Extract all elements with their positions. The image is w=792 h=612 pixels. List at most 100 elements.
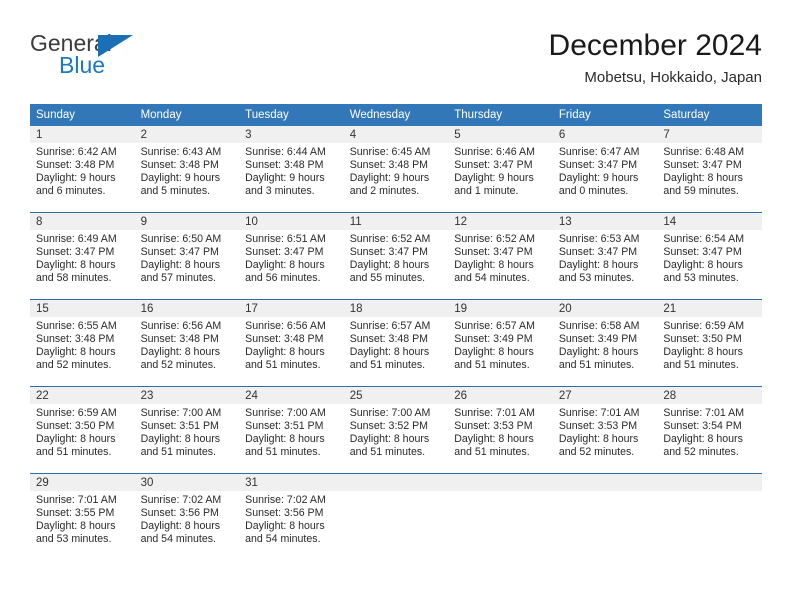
day-detail: Sunrise: 6:55 AM Sunset: 3:48 PM Daylight:… <box>30 317 135 372</box>
calendar-day-cell[interactable]: 9 Sunrise: 6:50 AM Sunset: 3:47 PM Daylight… <box>134 212 240 300</box>
day-detail: Sunrise: 6:52 AM Sunset: 3:47 PM Daylight:… <box>344 230 449 285</box>
day-detail: Sunrise: 6:57 AM Sunset: 3:49 PM Daylight:… <box>448 317 553 372</box>
day-detail: Sunrise: 6:50 AM Sunset: 3:47 PM Daylight:… <box>135 230 240 285</box>
calendar-day-cell[interactable]: 27 Sunrise: 7:01 AM Sunset: 3:53 PM Dayligh… <box>552 386 658 474</box>
sunset-text: Sunset: 3:49 PM <box>558 332 638 345</box>
calendar-day-cell[interactable]: 16 Sunrise: 6:56 AM Sunset: 3:48 PM Dayligh… <box>134 299 240 387</box>
calendar-day-cell[interactable]: 13 Sunrise: 6:53 AM Sunset: 3:47 PM Dayligh… <box>552 212 658 300</box>
day-number: 23 <box>134 387 240 404</box>
daylight-text-line1: Daylight: 8 hours <box>663 345 743 358</box>
daylight-text-line2: and 53 minutes. <box>558 271 635 284</box>
day-number <box>448 474 553 491</box>
calendar-day-cell[interactable]: 8 Sunrise: 6:49 AM Sunset: 3:47 PM Daylight… <box>30 212 135 300</box>
logo-text-blue: Blue <box>59 52 106 78</box>
sunrise-text: Sunrise: 7:00 AM <box>140 407 222 419</box>
calendar-day-cell[interactable]: 11 Sunrise: 6:52 AM Sunset: 3:47 PM Dayligh… <box>343 212 449 300</box>
calendar-day-cell[interactable]: 22 Sunrise: 6:59 AM Sunset: 3:50 PM Dayligh… <box>30 386 135 474</box>
daylight-text-line1: Daylight: 9 hours <box>36 171 116 184</box>
sunrise-text: Sunrise: 6:59 AM <box>36 407 117 419</box>
day-cell-inner: 23 Sunrise: 7:00 AM Sunset: 3:51 PM Dayligh… <box>134 387 240 473</box>
sunrise-text: Sunrise: 7:02 AM <box>140 494 222 506</box>
day-number: 4 <box>343 126 449 143</box>
calendar-day-cell[interactable]: 19 Sunrise: 6:57 AM Sunset: 3:49 PM Dayligh… <box>448 299 553 387</box>
day-detail <box>448 491 553 494</box>
calendar-day-cell[interactable]: 23 Sunrise: 7:00 AM Sunset: 3:51 PM Dayligh… <box>134 386 240 474</box>
calendar-day-cell[interactable]: 12 Sunrise: 6:52 AM Sunset: 3:47 PM Dayligh… <box>448 212 553 300</box>
day-number: 5 <box>448 126 553 143</box>
sunrise-text: Sunrise: 7:01 AM <box>558 407 640 419</box>
day-cell-inner: 12 Sunrise: 6:52 AM Sunset: 3:47 PM Dayligh… <box>448 213 553 299</box>
calendar-day-cell[interactable]: 24 Sunrise: 7:00 AM Sunset: 3:51 PM Dayligh… <box>239 386 344 474</box>
calendar-day-cell[interactable]: 25 Sunrise: 7:00 AM Sunset: 3:52 PM Dayligh… <box>343 386 449 474</box>
day-detail: Sunrise: 7:00 AM Sunset: 3:51 PM Daylight:… <box>239 404 344 459</box>
day-number: 22 <box>30 387 135 404</box>
sunset-text: Sunset: 3:55 PM <box>36 506 115 519</box>
daylight-text-line2: and 51 minutes. <box>349 445 426 458</box>
daylight-text-line1: Daylight: 8 hours <box>36 258 116 271</box>
day-cell-inner <box>552 474 658 560</box>
day-cell-inner: 15 Sunrise: 6:55 AM Sunset: 3:48 PM Dayligh… <box>30 300 135 386</box>
calendar-day-cell[interactable]: 28 Sunrise: 7:01 AM Sunset: 3:54 PM Dayligh… <box>657 386 762 474</box>
weekday-header-sunday: Sunday <box>30 104 135 126</box>
day-cell-inner: 6 Sunrise: 6:47 AM Sunset: 3:47 PM Daylight… <box>552 126 658 212</box>
calendar-day-cell[interactable]: 14 Sunrise: 6:54 AM Sunset: 3:47 PM Dayligh… <box>657 212 762 300</box>
sunrise-text: Sunrise: 6:52 AM <box>454 233 535 245</box>
day-number: 2 <box>134 126 240 143</box>
day-detail: Sunrise: 7:02 AM Sunset: 3:56 PM Daylight:… <box>135 491 240 546</box>
day-number: 6 <box>552 126 658 143</box>
sunrise-text: Sunrise: 6:44 AM <box>245 146 326 158</box>
daylight-text-line2: and 59 minutes. <box>663 184 739 197</box>
sunset-text: Sunset: 3:48 PM <box>245 158 324 171</box>
sunrise-text: Sunrise: 6:48 AM <box>663 146 745 158</box>
calendar-day-cell[interactable]: 3 Sunrise: 6:44 AM Sunset: 3:48 PM Daylight… <box>239 126 344 213</box>
calendar-day-cell[interactable]: 29 Sunrise: 7:01 AM Sunset: 3:55 PM Dayligh… <box>30 473 135 560</box>
calendar-day-cell[interactable]: 10 Sunrise: 6:51 AM Sunset: 3:47 PM Dayligh… <box>239 212 344 300</box>
sunrise-text: Sunrise: 6:56 AM <box>140 320 222 332</box>
daylight-text-line1: Daylight: 8 hours <box>245 258 325 271</box>
daylight-text-line2: and 51 minutes. <box>36 445 112 458</box>
day-cell-inner: 2 Sunrise: 6:43 AM Sunset: 3:48 PM Daylight… <box>134 126 240 212</box>
sunrise-text: Sunrise: 6:57 AM <box>349 320 431 332</box>
calendar-day-cell[interactable]: 6 Sunrise: 6:47 AM Sunset: 3:47 PM Daylight… <box>552 126 658 213</box>
daylight-text-line2: and 55 minutes. <box>349 271 426 284</box>
day-detail: Sunrise: 6:52 AM Sunset: 3:47 PM Daylight:… <box>448 230 553 285</box>
weekday-header-tuesday: Tuesday <box>239 104 344 126</box>
daylight-text-line2: and 1 minute. <box>454 184 519 197</box>
sunrise-text: Sunrise: 6:51 AM <box>245 233 326 245</box>
day-number: 18 <box>343 300 449 317</box>
day-number: 31 <box>239 474 344 491</box>
sunrise-text: Sunrise: 6:47 AM <box>558 146 640 158</box>
calendar-day-cell[interactable]: 31 Sunrise: 7:02 AM Sunset: 3:56 PM Dayligh… <box>239 473 344 560</box>
day-number: 21 <box>657 300 762 317</box>
day-detail: Sunrise: 6:44 AM Sunset: 3:48 PM Daylight:… <box>239 143 344 198</box>
day-detail: Sunrise: 6:48 AM Sunset: 3:47 PM Daylight:… <box>657 143 762 198</box>
daylight-text-line2: and 54 minutes. <box>454 271 530 284</box>
daylight-text-line1: Daylight: 8 hours <box>140 519 221 532</box>
calendar-day-cell[interactable]: 2 Sunrise: 6:43 AM Sunset: 3:48 PM Daylight… <box>134 126 240 213</box>
sunrise-text: Sunrise: 7:00 AM <box>349 407 431 419</box>
calendar-week-row: 1 Sunrise: 6:42 AM Sunset: 3:48 PM Daylight… <box>30 126 762 213</box>
calendar-day-cell[interactable]: 30 Sunrise: 7:02 AM Sunset: 3:56 PM Dayligh… <box>134 473 240 560</box>
calendar-day-cell[interactable]: 5 Sunrise: 6:46 AM Sunset: 3:47 PM Daylight… <box>448 126 553 213</box>
day-detail: Sunrise: 6:57 AM Sunset: 3:48 PM Daylight:… <box>344 317 449 372</box>
day-number: 7 <box>657 126 762 143</box>
sunrise-text: Sunrise: 7:00 AM <box>245 407 326 419</box>
weekday-header-saturday: Saturday <box>657 104 762 126</box>
sunset-text: Sunset: 3:49 PM <box>454 332 533 345</box>
daylight-text-line2: and 54 minutes. <box>140 532 216 545</box>
calendar-day-cell[interactable]: 17 Sunrise: 6:56 AM Sunset: 3:48 PM Dayligh… <box>239 299 344 387</box>
calendar-day-cell[interactable]: 15 Sunrise: 6:55 AM Sunset: 3:48 PM Dayligh… <box>30 299 135 387</box>
calendar-day-cell[interactable]: 20 Sunrise: 6:58 AM Sunset: 3:49 PM Dayligh… <box>552 299 658 387</box>
calendar-day-cell[interactable]: 4 Sunrise: 6:45 AM Sunset: 3:48 PM Daylight… <box>343 126 449 213</box>
day-cell-inner: 28 Sunrise: 7:01 AM Sunset: 3:54 PM Dayligh… <box>657 387 762 473</box>
calendar-day-cell[interactable]: 18 Sunrise: 6:57 AM Sunset: 3:48 PM Dayligh… <box>343 299 449 387</box>
calendar-day-cell[interactable]: 21 Sunrise: 6:59 AM Sunset: 3:50 PM Dayligh… <box>657 299 762 387</box>
calendar-day-cell[interactable]: 7 Sunrise: 6:48 AM Sunset: 3:47 PM Daylight… <box>657 126 762 213</box>
calendar-day-cell[interactable]: 1 Sunrise: 6:42 AM Sunset: 3:48 PM Daylight… <box>30 126 135 213</box>
calendar-day-cell[interactable]: 26 Sunrise: 7:01 AM Sunset: 3:53 PM Dayligh… <box>448 386 553 474</box>
day-cell-inner: 10 Sunrise: 6:51 AM Sunset: 3:47 PM Dayligh… <box>239 213 344 299</box>
day-detail: Sunrise: 6:45 AM Sunset: 3:48 PM Daylight:… <box>344 143 449 198</box>
daylight-text-line1: Daylight: 8 hours <box>558 432 639 445</box>
sunset-text: Sunset: 3:48 PM <box>245 332 324 345</box>
sunset-text: Sunset: 3:48 PM <box>36 158 115 171</box>
